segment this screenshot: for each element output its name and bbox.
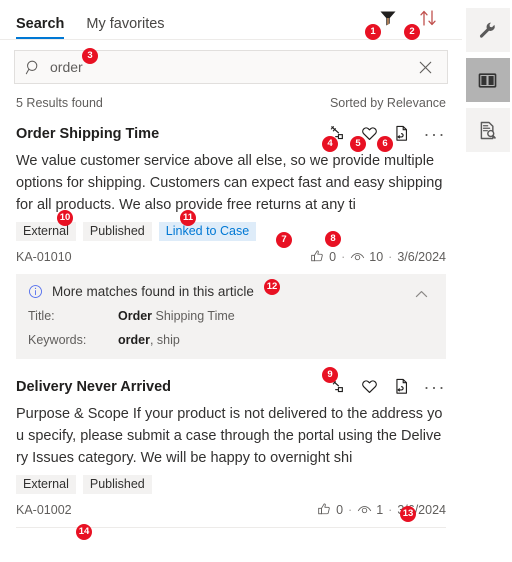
- article-result[interactable]: Order Shipping Time ··· We value custome…: [0, 114, 462, 264]
- info-circle-icon: [28, 284, 43, 299]
- more-matches-key: Title:: [28, 309, 55, 323]
- copy-link-page-icon[interactable]: [392, 124, 411, 143]
- tab-my-favorites[interactable]: My favorites: [86, 16, 164, 39]
- article-stats: 0 · 1 · 3/6/2024: [317, 502, 446, 517]
- annotation-badge-2: 2: [404, 24, 420, 40]
- more-options-icon[interactable]: ···: [424, 378, 446, 396]
- knowledge-search-pane: Search My favorites order 5 Results foun…: [0, 0, 512, 562]
- annotation-badge-13: 13: [400, 506, 416, 522]
- chevron-up-icon[interactable]: [413, 286, 430, 303]
- annotation-badge-4: 4: [322, 136, 338, 152]
- article-footer: KA-01002 0 · 1 · 3/6/2024: [16, 502, 446, 517]
- wrench-tools-icon: [477, 20, 498, 41]
- article-footer: KA-01010 0 · 10 · 3/6/2024: [16, 249, 446, 264]
- likes-stat[interactable]: 0: [317, 502, 343, 517]
- search-icon: [25, 59, 42, 76]
- article-tag-group: External Published: [16, 475, 446, 494]
- annotation-badge-3: 3: [82, 48, 98, 64]
- rail-item-tools[interactable]: [465, 8, 510, 52]
- more-matches-rest: Shipping Time: [152, 309, 235, 323]
- tab-search[interactable]: Search: [16, 16, 65, 39]
- thumbs-up-icon: [318, 503, 330, 515]
- article-date: 3/6/2024: [397, 249, 446, 264]
- annotation-badge-9: 9: [322, 367, 338, 383]
- more-matches-header[interactable]: More matches found in this article: [28, 284, 434, 299]
- stat-separator: ·: [388, 249, 393, 264]
- search-box[interactable]: order: [14, 50, 448, 84]
- more-matches-rest: , ship: [149, 333, 180, 347]
- article-snippet: Purpose & Scope If your product is not d…: [16, 406, 443, 466]
- sort-ascending-descending-icon[interactable]: [418, 8, 438, 28]
- article-stats: 0 · 10 · 3/6/2024: [310, 249, 446, 264]
- more-matches-value: order, ship: [118, 333, 180, 347]
- more-matches-row: Title: Order Shipping Time: [28, 309, 434, 323]
- article-number: KA-01002: [16, 502, 72, 517]
- more-matches-highlight: Order: [118, 309, 153, 323]
- sort-order-label[interactable]: Sorted by Relevance: [330, 96, 446, 110]
- more-matches-row: Keywords: order, ship: [28, 333, 434, 347]
- book-knowledge-icon: [477, 70, 498, 91]
- article-result[interactable]: Delivery Never Arrived ··· Purpose & Sco…: [0, 359, 462, 517]
- eye-views-icon: [351, 253, 365, 261]
- annotation-badge-10: 10: [57, 210, 73, 226]
- article-number: KA-01010: [16, 249, 72, 264]
- annotation-badge-11: 11: [180, 210, 196, 226]
- rail-item-document-search[interactable]: [465, 108, 510, 152]
- tag-published: Published: [82, 475, 152, 494]
- stat-separator: ·: [388, 502, 393, 517]
- search-results-panel: Search My favorites order 5 Results foun…: [0, 0, 462, 562]
- filter-icon[interactable]: [378, 8, 398, 28]
- more-matches-key: Keywords:: [28, 333, 87, 347]
- search-input[interactable]: order: [50, 59, 416, 75]
- annotation-badge-8: 8: [325, 231, 341, 247]
- article-title[interactable]: Delivery Never Arrived: [16, 379, 171, 395]
- tag-published: Published: [82, 222, 152, 241]
- annotation-badge-1: 1: [365, 24, 381, 40]
- tag-external: External: [16, 475, 76, 494]
- more-matches-highlight: order: [118, 333, 150, 347]
- more-options-icon[interactable]: ···: [424, 125, 446, 143]
- results-count: 5 Results found: [16, 96, 103, 110]
- more-matches-title: More matches found in this article: [52, 284, 254, 299]
- more-matches-value: Order Shipping Time: [118, 309, 235, 323]
- annotation-badge-6: 6: [377, 136, 393, 152]
- article-header: Delivery Never Arrived ···: [16, 377, 446, 396]
- article-tag-group: External Published Linked to Case: [16, 222, 446, 241]
- stat-separator: ·: [341, 249, 346, 264]
- right-rail: [462, 0, 512, 562]
- heart-favorite-icon[interactable]: [360, 377, 379, 396]
- views-count: 1: [376, 502, 384, 517]
- results-meta: 5 Results found Sorted by Relevance: [0, 84, 462, 114]
- thumbs-up-icon: [311, 250, 323, 262]
- rail-item-knowledge[interactable]: [465, 58, 510, 102]
- annotation-badge-14: 14: [76, 524, 92, 540]
- views-stat: 1: [357, 502, 383, 517]
- eye-views-icon: [358, 506, 372, 514]
- close-icon[interactable]: [416, 58, 435, 77]
- more-matches-panel[interactable]: More matches found in this article Title…: [16, 274, 446, 359]
- views-count: 10: [369, 249, 384, 264]
- likes-stat[interactable]: 0: [310, 249, 336, 264]
- document-search-icon: [477, 120, 498, 141]
- annotation-badge-12: 12: [264, 279, 280, 295]
- stat-separator: ·: [348, 502, 353, 517]
- annotation-badge-5: 5: [350, 136, 366, 152]
- article-snippet: We value customer service above all else…: [16, 153, 443, 213]
- article-title[interactable]: Order Shipping Time: [16, 126, 159, 142]
- views-stat: 10: [350, 249, 383, 264]
- annotation-badge-7: 7: [276, 232, 292, 248]
- article-action-group: ···: [328, 377, 446, 396]
- likes-count: 0: [336, 502, 344, 517]
- likes-count: 0: [329, 249, 337, 264]
- tag-linked-to-case[interactable]: Linked to Case: [158, 222, 257, 241]
- copy-link-page-icon[interactable]: [392, 377, 411, 396]
